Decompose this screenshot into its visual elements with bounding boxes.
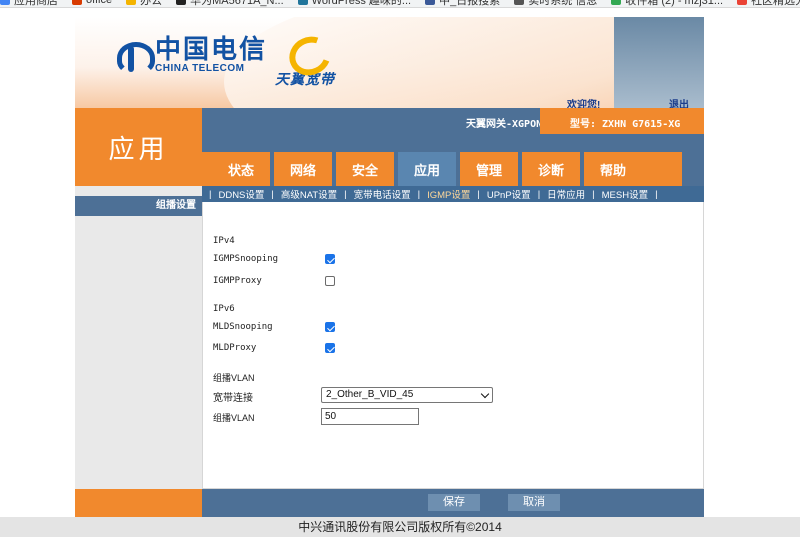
subnav-voip[interactable]: 宽带电话设置	[354, 187, 411, 201]
cancel-button[interactable]: 取消	[508, 494, 560, 511]
page-header: 中国电信 CHINA TELECOM 天翼宽带 欢迎您! 退出	[75, 17, 704, 108]
subnav-ddns[interactable]: DDNS设置	[218, 187, 264, 201]
bookmark-favicon-icon	[514, 0, 525, 5]
sub-navigation: | DDNS设置 | 高级NAT设置 | 宽带电话设置 | IGMP设置 | U…	[202, 186, 704, 202]
igmp-proxy-checkbox[interactable]	[325, 276, 335, 286]
mld-snooping-label: MLDSnooping	[213, 322, 273, 332]
bookmark-favicon-icon	[126, 0, 137, 5]
bookmark-label: 华为MA5671A_N...	[190, 0, 284, 7]
model-text: 型号: ZXHN G7615-XG	[570, 119, 681, 130]
subnav-advanced-nat[interactable]: 高级NAT设置	[281, 187, 337, 201]
igmp-proxy-label: IGMPProxy	[213, 276, 262, 286]
gateway-name: 天翼网关-XGPON	[466, 119, 543, 130]
section-title: 应用	[75, 108, 202, 186]
wan-connection-select[interactable]: 2_Other_B_VID_45	[321, 387, 493, 403]
mld-proxy-checkbox[interactable]	[325, 343, 335, 353]
bookmark-label: 中_日报搜索	[439, 0, 501, 7]
save-button[interactable]: 保存	[428, 494, 480, 511]
multicast-vlan-heading: 组播VLAN	[213, 373, 255, 383]
ipv6-heading: IPv6	[213, 304, 235, 314]
igmp-snooping-checkbox[interactable]	[325, 254, 335, 264]
mld-snooping-checkbox[interactable]	[325, 322, 335, 332]
bookmark-favicon-icon	[297, 0, 308, 5]
bookmark-item[interactable]: 应用商店	[0, 0, 58, 7]
igmp-settings-panel: IPv4 IGMPSnooping IGMPProxy IPv6 MLDSnoo…	[202, 202, 704, 489]
tab-security[interactable]: 安全	[336, 152, 394, 186]
bookmark-item[interactable]: 收件箱 (2) - mzj31...	[611, 0, 724, 7]
subnav-daily-apps[interactable]: 日常应用	[547, 187, 585, 201]
bottom-left-block	[75, 489, 202, 517]
multicast-vlan-label: 组播VLAN	[213, 413, 255, 423]
sidebar-item-multicast[interactable]: 组播设置	[75, 196, 202, 216]
tab-help[interactable]: 帮助	[584, 152, 642, 186]
subnav-upnp[interactable]: UPnP设置	[487, 187, 531, 201]
mld-proxy-label: MLDProxy	[213, 343, 257, 353]
bookmarks-bar: 应用商店 office 办公 华为MA5671A_N... WordPress 趣味的.…	[0, 0, 800, 8]
model-box: 型号: ZXHN G7615-XG	[540, 108, 704, 134]
main-tabs: 状态 网络 安全 应用 管理 诊断 帮助	[202, 134, 704, 186]
ipv4-heading: IPv4	[213, 236, 235, 246]
bookmark-label: 社区精选分享	[751, 0, 800, 7]
tab-bar-left-fill	[202, 152, 212, 186]
bookmark-item[interactable]: WordPress 趣味的...	[297, 0, 412, 7]
bookmark-label: 收件箱 (2) - mzj31...	[625, 0, 724, 7]
bookmark-item[interactable]: 中_日报搜索	[425, 0, 501, 7]
bookmark-item[interactable]: 实时系统 信息	[514, 0, 598, 7]
chevron-down-icon	[480, 389, 490, 399]
tab-bar-right-fill	[642, 152, 682, 186]
router-admin-frame: 中国电信 CHINA TELECOM 天翼宽带 欢迎您! 退出 应用 天翼网关-…	[75, 17, 704, 517]
logout-link[interactable]: 退出	[669, 96, 689, 108]
bookmark-favicon-icon	[425, 0, 436, 5]
china-telecom-mark-icon	[115, 38, 155, 74]
bookmark-item[interactable]: 办公	[126, 0, 163, 7]
subnav-mesh[interactable]: MESH设置	[602, 187, 648, 201]
bookmark-item[interactable]: 华为MA5671A_N...	[176, 0, 284, 7]
tianyi-ring-icon	[285, 33, 325, 69]
welcome-text: 欢迎您!	[567, 100, 601, 108]
bookmark-label: office	[86, 0, 112, 6]
subnav-igmp[interactable]: IGMP设置	[427, 187, 470, 201]
china-telecom-logo: 中国电信 CHINA TELECOM	[115, 37, 267, 74]
tab-diagnostics[interactable]: 诊断	[522, 152, 580, 186]
bookmark-label: WordPress 趣味的...	[311, 0, 412, 7]
bookmark-label: 办公	[140, 0, 163, 7]
bookmark-favicon-icon	[611, 0, 622, 5]
bookmark-label: 实时系统 信息	[528, 0, 598, 7]
bookmark-item[interactable]: office	[72, 0, 112, 6]
copyright-footer: 中兴通讯股份有限公司版权所有©2014	[0, 517, 800, 537]
multicast-vlan-input[interactable]: 50	[321, 408, 419, 425]
wan-connection-label: 宽带连接	[213, 393, 253, 404]
bookmark-item[interactable]: 社区精选分享	[737, 0, 800, 7]
igmp-snooping-label: IGMPSnooping	[213, 254, 279, 264]
tab-management[interactable]: 管理	[460, 152, 518, 186]
header-blue-panel	[614, 17, 704, 108]
action-bar: 保存 取消	[202, 489, 704, 517]
bookmark-favicon-icon	[72, 0, 82, 5]
bookmark-favicon-icon	[737, 0, 748, 5]
bookmark-favicon-icon	[0, 0, 10, 5]
tianyi-broadband-logo: 天翼宽带	[275, 33, 335, 89]
tab-application[interactable]: 应用	[398, 152, 456, 186]
bookmark-label: 应用商店	[14, 0, 58, 7]
brand-cn: 中国电信	[155, 35, 268, 65]
tab-status[interactable]: 状态	[212, 152, 270, 186]
gateway-info-bar: 天翼网关-XGPON 型号: ZXHN G7615-XG	[202, 108, 704, 134]
bookmark-favicon-icon	[176, 0, 187, 5]
tab-network[interactable]: 网络	[274, 152, 332, 186]
left-sidebar: 组播设置	[75, 186, 202, 489]
wan-connection-value: 2_Other_B_VID_45	[326, 389, 414, 400]
